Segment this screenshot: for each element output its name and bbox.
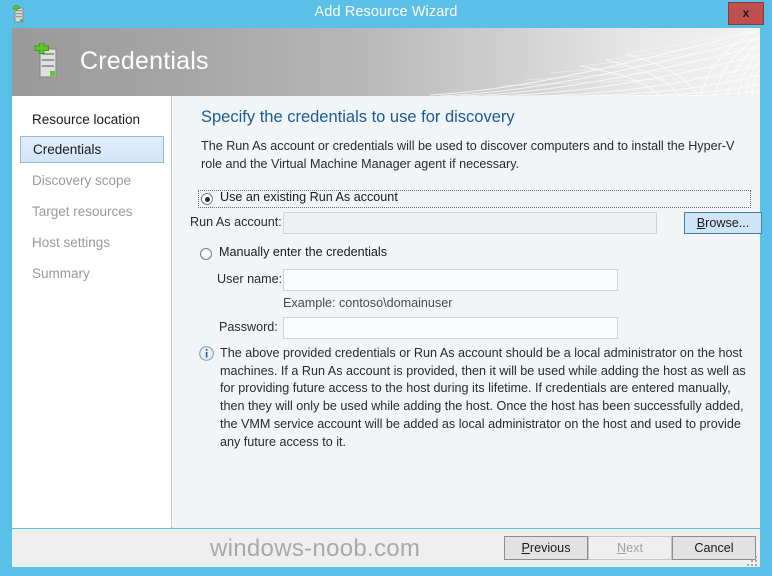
sidebar-item-label: Resource location [32, 112, 141, 127]
runas-account-label: Run As account: [190, 215, 282, 229]
radio-label-manual: Manually enter the credentials [219, 245, 388, 259]
sidebar-item-label: Credentials [33, 142, 102, 157]
runas-account-input[interactable] [283, 212, 657, 234]
sidebar-item-resource-location[interactable]: Resource location [20, 106, 164, 133]
sidebar-item-label: Summary [32, 266, 90, 281]
wizard-window: Add Resource Wizard x Credentials Resour… [0, 0, 772, 576]
banner-mesh-decoration [430, 29, 760, 96]
username-input[interactable] [283, 269, 618, 291]
sidebar-item-label: Discovery scope [32, 173, 132, 188]
radio-use-existing-runas-account[interactable]: Use an existing Run As account [198, 190, 751, 208]
radio-indicator-manual[interactable] [200, 248, 212, 260]
username-label: User name: [217, 272, 283, 286]
page-description: The Run As account or credentials will b… [201, 139, 735, 171]
close-button[interactable]: x [728, 2, 764, 25]
sidebar-item-discovery-scope[interactable]: Discovery scope [20, 167, 164, 194]
radio-label-existing: Use an existing Run As account [220, 190, 398, 204]
next-button: Next [588, 536, 672, 560]
password-input[interactable] [283, 317, 618, 339]
wizard-body: Resource location Credentials Discovery … [12, 96, 762, 528]
title-bar: Add Resource Wizard x [0, 0, 772, 28]
password-label: Password: [219, 320, 278, 334]
browse-button[interactable]: Browse... [684, 212, 762, 234]
sidebar-item-target-resources[interactable]: Target resources [20, 198, 164, 225]
wizard-banner: Credentials [12, 28, 760, 96]
username-example-hint: Example: contoso\domainuser [283, 296, 453, 310]
sidebar-item-credentials[interactable]: Credentials [20, 136, 164, 163]
window-title: Add Resource Wizard [314, 4, 458, 20]
cancel-button[interactable]: Cancel [672, 536, 756, 560]
wizard-steps-sidebar: Resource location Credentials Discovery … [12, 96, 172, 528]
resize-grip[interactable] [747, 556, 759, 568]
radio-indicator-existing[interactable] [201, 193, 213, 205]
sidebar-item-label: Target resources [32, 204, 133, 219]
page-title: Specify the credentials to use for disco… [201, 108, 515, 126]
previous-button[interactable]: Previous [504, 536, 588, 560]
sidebar-item-host-settings[interactable]: Host settings [20, 229, 164, 256]
sidebar-item-label: Host settings [32, 235, 111, 250]
info-icon [199, 346, 214, 361]
info-message: The above provided credentials or Run As… [220, 346, 746, 449]
server-add-icon [30, 42, 66, 81]
sidebar-item-summary[interactable]: Summary [20, 260, 164, 287]
banner-title: Credentials [80, 47, 209, 75]
radio-manually-enter-credentials[interactable]: Manually enter the credentials [198, 245, 498, 264]
watermark: windows-noob.com [210, 535, 421, 562]
wizard-content-panel: Specify the credentials to use for disco… [173, 96, 762, 528]
